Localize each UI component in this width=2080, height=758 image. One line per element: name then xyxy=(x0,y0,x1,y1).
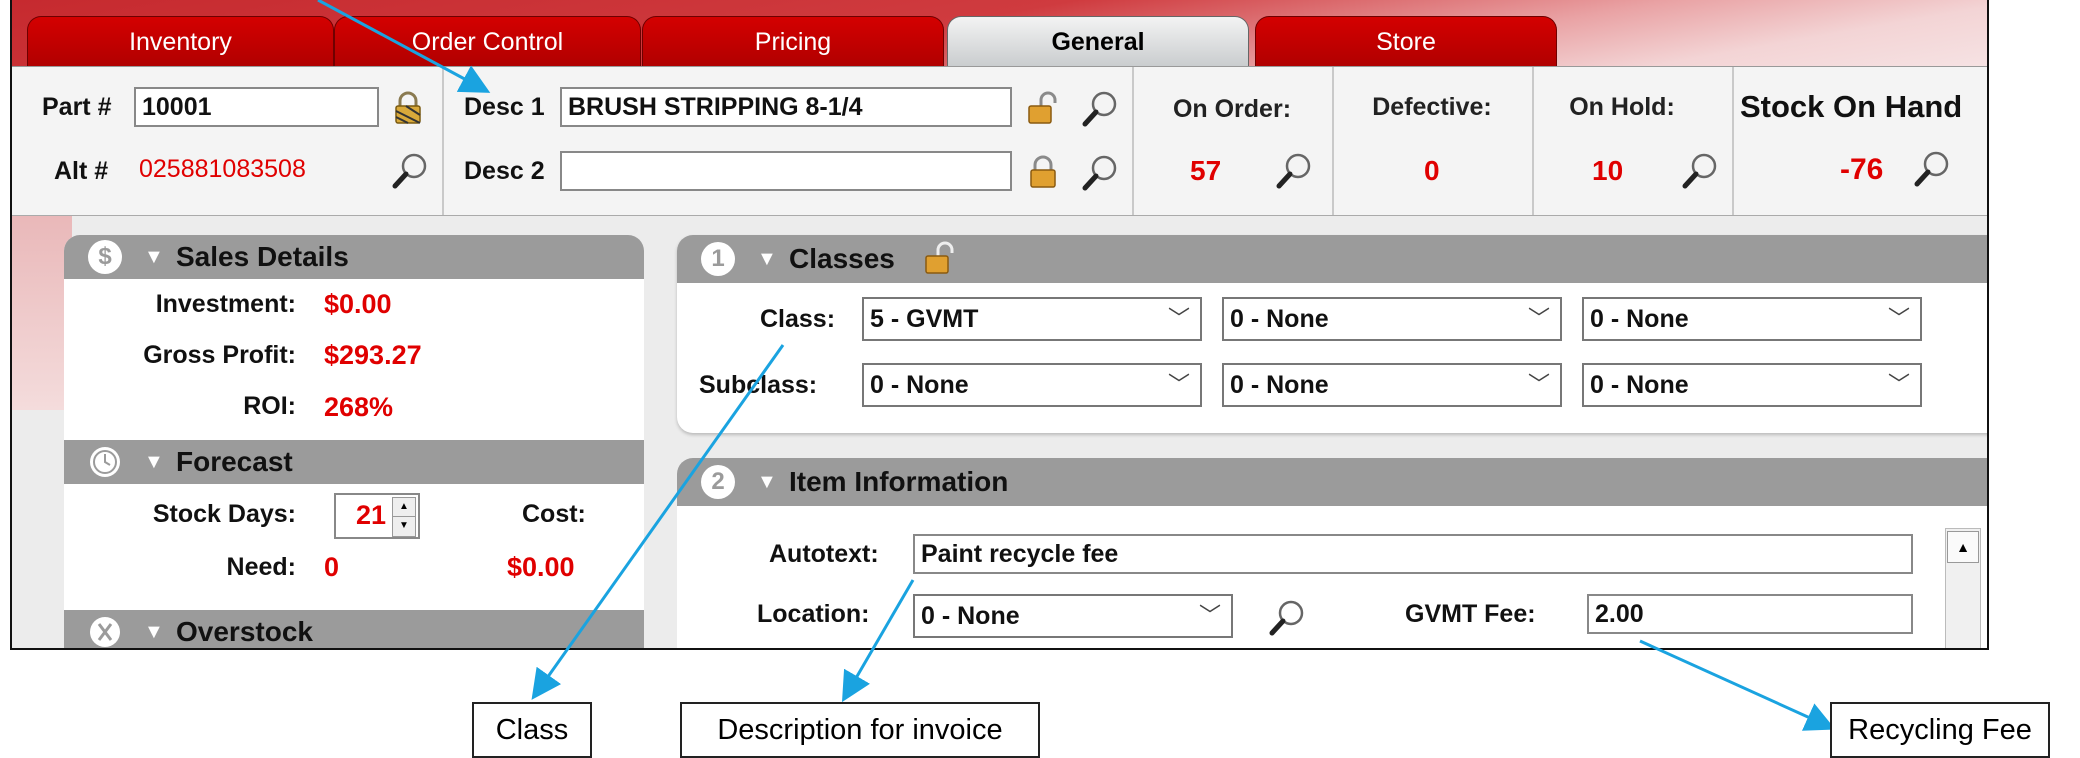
desc2-label: Desc 2 xyxy=(464,157,545,185)
subclass-select-1[interactable]: 0 - None ﹀ xyxy=(862,363,1202,407)
class-select-2[interactable]: 0 - None ﹀ xyxy=(1222,297,1562,341)
callout-class: Class xyxy=(472,702,592,758)
item-header-bar: Part # 10001 Alt # 025881083508 Desc 1 B… xyxy=(12,66,1987,216)
section-number-2: 2 xyxy=(701,465,735,499)
alt-label: Alt # xyxy=(54,157,109,185)
cost-label: Cost: xyxy=(522,500,586,528)
cost-value: $0.00 xyxy=(507,552,575,582)
part-number-input[interactable]: 10001 xyxy=(134,87,379,127)
gross-profit-value: $293.27 xyxy=(324,340,422,370)
defective-label: Defective: xyxy=(1372,93,1492,121)
item-information-panel: 2 ▼ Item Information Autotext: Paint rec… xyxy=(677,458,1987,648)
need-label: Need: xyxy=(226,553,296,581)
scrollbar[interactable]: ▲ xyxy=(1945,528,1981,648)
roi-label: ROI: xyxy=(243,392,296,420)
dollar-icon: $ xyxy=(88,240,122,274)
class-select-1[interactable]: 5 - GVMT ﹀ xyxy=(862,297,1202,341)
search-on-hold-icon[interactable] xyxy=(1680,151,1720,191)
search-on-order-icon[interactable] xyxy=(1274,151,1314,191)
classes-header[interactable]: 1 ▼ Classes xyxy=(677,235,1987,283)
desc1-label: Desc 1 xyxy=(464,93,545,121)
stock-days-value: 21 xyxy=(356,500,387,530)
desc1-input[interactable]: BRUSH STRIPPING 8-1/4 xyxy=(560,87,1012,127)
investment-label: Investment: xyxy=(155,290,296,318)
tab-order-control[interactable]: Order Control xyxy=(334,16,641,67)
subclass-select-3[interactable]: 0 - None ﹀ xyxy=(1582,363,1922,407)
collapse-triangle-icon: ▼ xyxy=(144,451,164,473)
search-stock-icon[interactable] xyxy=(1912,149,1952,189)
desc2-input[interactable] xyxy=(560,151,1012,191)
decrement-arrow-icon[interactable]: ▼ xyxy=(392,516,416,537)
item-information-title: Item Information xyxy=(789,466,1009,497)
gvmt-fee-label: GVMT Fee: xyxy=(1405,600,1536,628)
location-label: Location: xyxy=(757,600,870,628)
on-hold-value: 10 xyxy=(1592,155,1624,186)
on-order-label: On Order: xyxy=(1172,95,1292,123)
stock-days-stepper[interactable]: 21 ▲ ▼ xyxy=(334,493,420,539)
scroll-up-icon[interactable]: ▲ xyxy=(1947,531,1979,563)
tab-store[interactable]: Store xyxy=(1255,16,1557,67)
tools-icon xyxy=(90,617,120,647)
increment-arrow-icon[interactable]: ▲ xyxy=(392,497,416,518)
clock-icon xyxy=(90,447,120,477)
need-value: 0 xyxy=(324,552,340,582)
search-location-icon[interactable] xyxy=(1267,598,1307,638)
class-label: Class: xyxy=(760,305,836,333)
unlock-icon[interactable] xyxy=(1027,91,1059,125)
part-label: Part # xyxy=(42,93,112,121)
collapse-triangle-icon: ▼ xyxy=(144,621,164,643)
defective-value: 0 xyxy=(1424,155,1440,186)
gross-profit-label: Gross Profit: xyxy=(143,341,296,369)
sales-details-header[interactable]: $ ▼ Sales Details xyxy=(64,235,644,279)
collapse-triangle-icon: ▼ xyxy=(757,471,777,493)
callout-description: Description for invoice xyxy=(680,702,1040,758)
on-order-value: 57 xyxy=(1190,155,1222,186)
item-information-header[interactable]: 2 ▼ Item Information xyxy=(677,458,1987,506)
autotext-label: Autotext: xyxy=(769,540,879,568)
search-alt-icon[interactable] xyxy=(390,151,430,191)
classes-panel: 1 ▼ Classes Class: 5 - GVMT ﹀ 0 - None ﹀ 0… xyxy=(677,235,1987,433)
stock-on-hand-value: -76 xyxy=(1840,153,1884,186)
class-select-3[interactable]: 0 - None ﹀ xyxy=(1582,297,1922,341)
subclass-label: Subclass: xyxy=(699,371,818,399)
alt-value: 025881083508 xyxy=(139,155,306,183)
unlock-icon[interactable] xyxy=(924,241,956,275)
search-desc2-icon[interactable] xyxy=(1080,153,1120,193)
callout-recycling-fee: Recycling Fee xyxy=(1830,702,2050,758)
side-background xyxy=(12,210,72,410)
collapse-triangle-icon: ▼ xyxy=(757,248,777,270)
stock-days-label: Stock Days: xyxy=(152,500,296,528)
section-number-1: 1 xyxy=(701,242,735,276)
application-window: Inventory Order Control Pricing General … xyxy=(10,0,1989,650)
forecast-title: Forecast xyxy=(176,446,293,477)
sales-details-title: Sales Details xyxy=(176,241,349,272)
overstock-header[interactable]: ▼ Overstock xyxy=(64,610,644,648)
on-hold-label: On Hold: xyxy=(1569,93,1675,121)
classes-title: Classes xyxy=(789,243,895,274)
overstock-title: Overstock xyxy=(176,616,313,647)
forecast-header[interactable]: ▼ Forecast xyxy=(64,440,644,484)
search-desc1-icon[interactable] xyxy=(1080,89,1120,129)
collapse-triangle-icon: ▼ xyxy=(144,246,164,268)
lock-icon[interactable] xyxy=(392,91,424,125)
tab-inventory[interactable]: Inventory xyxy=(27,16,334,67)
lock-desc2-icon[interactable] xyxy=(1027,155,1059,189)
tab-pricing[interactable]: Pricing xyxy=(642,16,944,67)
gvmt-fee-input[interactable]: 2.00 xyxy=(1587,594,1913,634)
subclass-select-2[interactable]: 0 - None ﹀ xyxy=(1222,363,1562,407)
roi-value: 268% xyxy=(324,392,394,422)
left-details-panel: $ ▼ Sales Details Investment: $0.00 Gros… xyxy=(64,235,644,648)
investment-value: $0.00 xyxy=(324,289,392,319)
location-select[interactable]: 0 - None ﹀ xyxy=(913,594,1233,638)
stock-on-hand-label: Stock On Hand xyxy=(1740,89,1963,124)
autotext-input[interactable]: Paint recycle fee xyxy=(913,534,1913,574)
tab-general[interactable]: General xyxy=(947,16,1249,67)
